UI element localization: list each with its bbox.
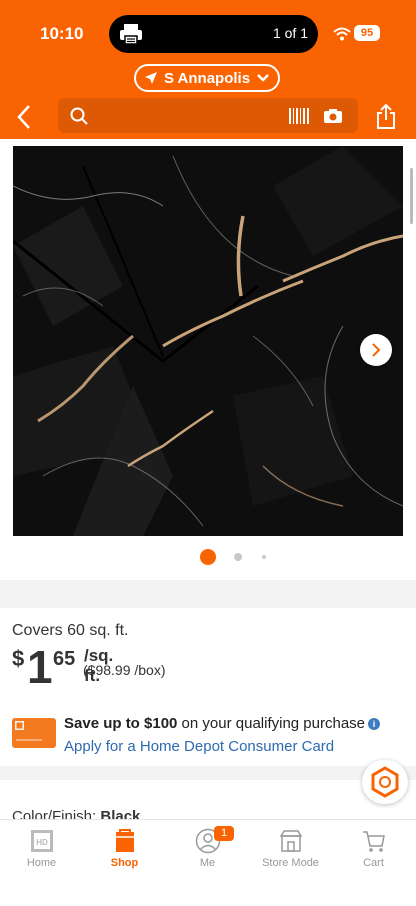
product-image[interactable] (13, 146, 403, 536)
price-per-box: ($98.99 /box) (83, 662, 166, 678)
home-depot-card-icon (15, 721, 42, 741)
tab-me-label: Me (199, 857, 216, 869)
pagination-dot[interactable] (234, 553, 242, 561)
tab-store-mode[interactable]: Store Mode (249, 820, 332, 880)
bottom-tab-bar: HD Home Shop 1 Me Store Mode Cart (0, 819, 416, 906)
store-location-label: S Annapolis (163, 69, 251, 87)
chevron-right-icon (372, 343, 381, 357)
section-divider (0, 580, 416, 608)
wifi-icon (333, 27, 351, 41)
print-count: 1 of 1 (272, 25, 308, 41)
price-currency: $ (12, 646, 25, 671)
image-pagination-dots (0, 548, 416, 568)
info-icon[interactable]: i (368, 718, 381, 730)
search-input[interactable] (58, 98, 358, 133)
location-arrow-icon (144, 72, 157, 84)
price-whole: 1 (27, 641, 53, 693)
promo-rest: on your qualifying purchase (177, 715, 366, 732)
barcode-scan-icon[interactable] (288, 107, 310, 125)
promo-bold: Save up to $100 (64, 715, 178, 732)
shop-bag-icon (116, 829, 134, 852)
search-icon (70, 107, 88, 125)
battery-indicator: 95 (354, 25, 380, 41)
app-header: 10:10 1 of 1 95 S Annapolis (0, 0, 416, 139)
store-location-button[interactable]: S Annapolis (134, 64, 280, 92)
chat-assistant-button[interactable] (362, 760, 408, 804)
next-image-button[interactable] (360, 334, 392, 366)
tab-store-mode-label: Store Mode (262, 857, 319, 869)
apply-card-link[interactable]: Apply for a Home Depot Consumer Card (64, 738, 334, 755)
chevron-down-icon (257, 74, 269, 82)
consumer-card-image (12, 718, 56, 748)
tab-home[interactable]: HD Home (0, 820, 83, 880)
printer-icon (120, 24, 142, 45)
pagination-dot-active[interactable] (200, 549, 216, 565)
hexagon-chat-icon (371, 766, 399, 798)
back-arrow-icon[interactable] (16, 104, 32, 130)
pagination-dot[interactable] (262, 555, 266, 559)
home-depot-logo-icon: HD (31, 830, 53, 852)
page-scrollbar[interactable] (410, 168, 413, 224)
store-icon (279, 830, 303, 852)
tab-me[interactable]: 1 Me (166, 820, 249, 880)
svg-text:HD: HD (36, 838, 48, 847)
tab-shop-label: Shop (110, 857, 139, 869)
dynamic-island-print-status[interactable]: 1 of 1 (109, 15, 318, 53)
tab-cart[interactable]: Cart (332, 820, 415, 880)
tab-shop[interactable]: Shop (83, 820, 166, 880)
status-time: 10:10 (40, 24, 84, 43)
section-divider (0, 766, 416, 780)
promo-message: Save up to $100 on your qualifying purch… (64, 715, 381, 732)
cart-icon (363, 831, 385, 852)
me-notification-badge: 1 (214, 826, 234, 841)
camera-icon[interactable] (323, 108, 343, 124)
black-marble-tile-image (13, 146, 403, 536)
price-cents: 65 (53, 648, 76, 670)
tab-cart-label: Cart (363, 857, 384, 869)
tab-home-label: Home (26, 857, 57, 869)
coverage-text: Covers 60 sq. ft. (12, 622, 129, 639)
share-icon[interactable] (375, 104, 397, 130)
